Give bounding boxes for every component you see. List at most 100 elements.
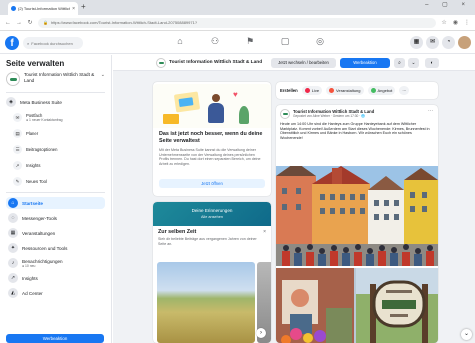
bookmark-star-icon[interactable]: ☆ xyxy=(441,19,446,26)
browser-address-bar: ← → ↻ 🔒 https://www.facebook.com/Tourist… xyxy=(0,15,475,31)
marketplace-icon[interactable]: ▢ xyxy=(280,36,290,47)
resources-icon: ✦ xyxy=(8,243,18,253)
sidebar-item-meta-business-suite[interactable]: ◈ Meta Business Suite xyxy=(6,97,105,107)
sidebar-item-subtext: ● 10 neu xyxy=(22,263,36,268)
sidebar-item-label: Postfach xyxy=(26,112,43,118)
groups-icon[interactable]: ◎ xyxy=(315,36,325,47)
chevron-down-icon[interactable]: ⌄ xyxy=(101,72,105,78)
sidebar-item-label: Ad Center xyxy=(22,290,43,296)
sidebar-item-label: Veranstaltungen xyxy=(22,230,56,236)
tool-icon: ✎ xyxy=(13,176,22,186)
sidebar-item-label: Neues Tool xyxy=(26,178,47,184)
search-input[interactable] xyxy=(31,40,76,46)
sidebar-item-inbox[interactable]: ✉ Postfach ● 1 neuer Kontaktanfrag xyxy=(13,112,105,122)
profile-icon[interactable]: ◉ xyxy=(453,19,458,26)
promo-illustration: ♥ xyxy=(153,84,271,128)
posts-icon: ☰ xyxy=(13,144,22,154)
post-author-avatar[interactable] xyxy=(280,109,290,119)
feed-post: Tourist Information Wittlich Stadt & Lan… xyxy=(276,105,438,343)
friends-icon[interactable]: ⚇ xyxy=(210,36,220,47)
event-icon xyxy=(329,88,335,93)
page-name[interactable]: Tourist Information Wittlich Stadt & Lan… xyxy=(169,60,262,65)
lock-icon: 🔒 xyxy=(43,20,48,25)
live-icon xyxy=(304,88,310,93)
post-text: Heute um 14:00 Uhr sind die Hanteys zum … xyxy=(280,122,430,141)
sidebar-item-label: Startseite xyxy=(22,200,43,206)
manage-page-sidebar: Seite verwalten Tourist Information Witt… xyxy=(0,55,112,343)
sidebar-item-resources[interactable]: ✦ Ressourcen und Tools xyxy=(6,242,105,254)
browser-tab-active[interactable]: (2) Tourist-Information Wittlich... × xyxy=(8,2,78,15)
home-icon[interactable]: ⌂ xyxy=(175,36,185,47)
page-avatar-switcher[interactable]: ◐ xyxy=(425,58,439,68)
post-photo-sign[interactable] xyxy=(276,268,438,343)
create-event-button[interactable]: Veranstaltung xyxy=(326,86,364,95)
facebook-logo-icon[interactable]: f xyxy=(5,36,19,50)
post-more-icon[interactable]: ··· xyxy=(428,108,433,114)
open-now-button[interactable]: Jetzt öffnen xyxy=(159,179,265,188)
new-tab-button[interactable]: + xyxy=(81,2,86,12)
back-arrow-icon[interactable]: ← xyxy=(5,20,11,26)
create-more-button[interactable]: ··· xyxy=(399,86,410,95)
sidebar-page-switcher[interactable]: Tourist Information Wittlich Stadt & Lan… xyxy=(6,72,105,86)
sidebar-item-label: Beitragsoptionen xyxy=(26,146,58,152)
meta-suite-icon: ◈ xyxy=(6,97,16,107)
sidebar-item-events[interactable]: ▦ Veranstaltungen xyxy=(6,227,105,239)
sidebar-item-new-tool[interactable]: ✎ Neues Tool xyxy=(13,176,105,186)
page-avatar[interactable] xyxy=(156,58,166,68)
memories-header[interactable]: Deine Erinnerungen Alle ansehen xyxy=(153,202,271,226)
create-offer-label: Angebot xyxy=(377,88,393,93)
menu-grid-icon[interactable]: ▦ xyxy=(410,36,423,49)
sidebar-divider xyxy=(6,92,105,93)
create-label: Erstellen xyxy=(280,88,298,93)
more-options-icon[interactable]: ⌄ xyxy=(408,58,419,68)
account-avatar[interactable] xyxy=(458,36,471,49)
switch-profile-button[interactable]: Jetzt wechseln / bearbeiten xyxy=(271,58,336,68)
messenger-icon[interactable]: ✉ xyxy=(426,36,439,49)
reload-icon[interactable]: ↻ xyxy=(27,19,33,26)
url-field[interactable]: 🔒 https://www.facebook.com/Tourist-Infor… xyxy=(38,17,437,28)
sidebar-item-insights[interactable]: ↗ Insights xyxy=(6,272,105,284)
page-avatar xyxy=(6,72,20,86)
create-offer-button[interactable]: Angebot xyxy=(367,86,396,95)
facebook-search[interactable]: ⌕ xyxy=(23,37,83,49)
create-live-button[interactable]: Live xyxy=(301,86,323,95)
sidebar-item-notifications[interactable]: ♪ Benachrichtigungen ● 10 neu xyxy=(6,257,105,269)
sidebar-item-label: Insights xyxy=(26,162,41,168)
memory-photo-landscape[interactable] xyxy=(157,262,255,343)
bell-icon: ♪ xyxy=(8,258,18,268)
browser-menu-icon[interactable]: ⋮ xyxy=(464,19,470,26)
page-search-icon[interactable]: ⌕ xyxy=(394,58,405,68)
sidebar-item-label: Planer xyxy=(26,130,39,136)
meta-suite-promo-card: ♥ Das ist jetzt noch besser, wenn du dei… xyxy=(153,82,271,196)
sidebar-item-insights-suite[interactable]: ↗ Insights xyxy=(13,160,105,170)
sidebar-item-post-options[interactable]: ☰ Beitragsoptionen xyxy=(13,144,105,154)
window-controls[interactable]: – ▢ × xyxy=(425,1,471,8)
close-icon[interactable]: × xyxy=(263,229,266,235)
promote-button[interactable]: Werbeaktion xyxy=(340,58,390,68)
sidebar-item-label: Messenger-Tools xyxy=(22,215,57,221)
offer-icon xyxy=(370,88,376,93)
sidebar-divider xyxy=(6,192,105,193)
tab-close-icon[interactable]: × xyxy=(72,6,75,12)
promo-title: Das ist jetzt noch besser, wenn du deine… xyxy=(159,131,263,144)
inbox-icon: ✉ xyxy=(13,112,22,122)
url-text: https://www.facebook.com/Tourist-Informa… xyxy=(50,20,198,25)
sidebar-item-label: Meta Business Suite xyxy=(20,99,62,105)
memories-see-all[interactable]: Alle ansehen xyxy=(153,215,271,219)
sidebar-item-ad-center[interactable]: ◭ Ad Center xyxy=(6,287,105,299)
main-content: Tourist Information Wittlich Stadt & Lan… xyxy=(113,55,475,343)
create-bar: Erstellen Live Veranstaltung Angebot ··· xyxy=(276,82,438,99)
create-event-label: Veranstaltung xyxy=(336,88,361,93)
chevron-right-icon[interactable]: › xyxy=(256,328,266,338)
notifications-bell-icon[interactable]: ◔ xyxy=(442,36,455,49)
scroll-down-button[interactable]: ⌄ xyxy=(461,329,472,340)
sidebar-item-label: Ressourcen und Tools xyxy=(22,245,68,251)
sidebar-promote-button[interactable]: Werbeaktion xyxy=(6,334,104,343)
sidebar-item-messenger-tools[interactable]: ◌ Messenger-Tools xyxy=(6,212,105,224)
flag-icon[interactable]: ⚑ xyxy=(245,36,255,47)
post-photo-town-square[interactable] xyxy=(276,166,438,266)
sidebar-item-home[interactable]: ⌂ Startseite xyxy=(6,197,105,209)
forward-arrow-icon[interactable]: → xyxy=(16,20,22,26)
town-square-illustration xyxy=(276,166,438,266)
sidebar-item-planner[interactable]: ▤ Planer xyxy=(13,128,105,138)
